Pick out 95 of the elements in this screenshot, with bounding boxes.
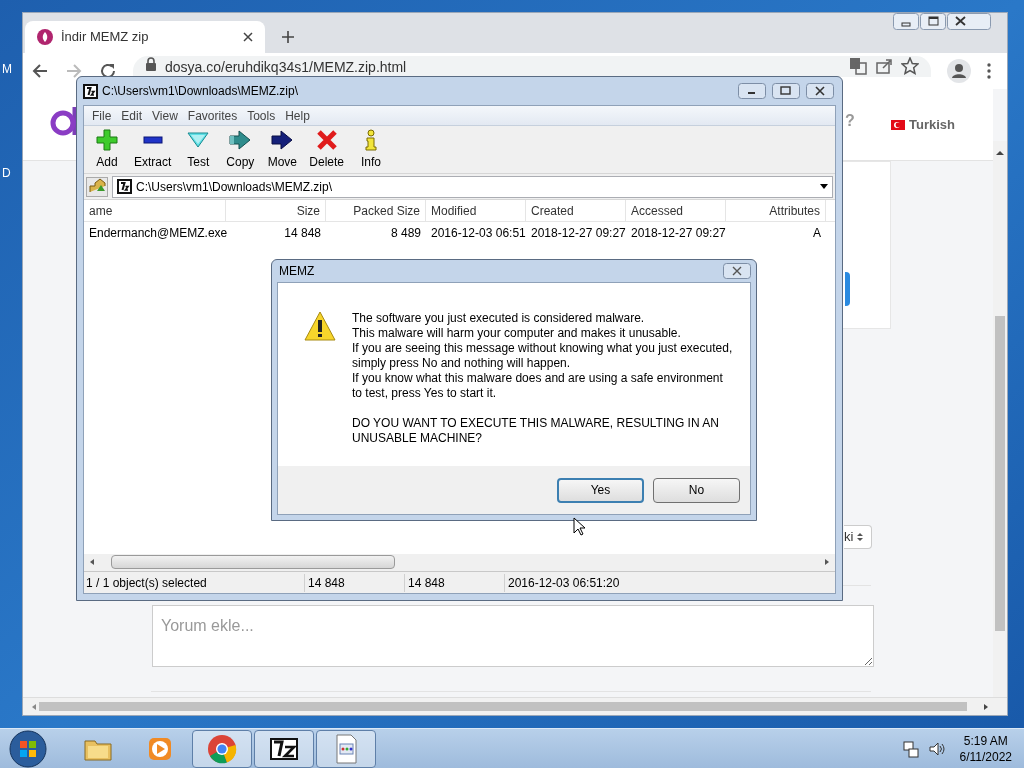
x-icon: [315, 128, 338, 151]
menu-item[interactable]: Favorites: [183, 106, 242, 125]
dropdown-caret-icon: [820, 184, 828, 189]
site-icon: [37, 29, 53, 45]
sort-select[interactable]: ki: [844, 525, 873, 549]
toolbar-button[interactable]: Copy: [223, 128, 258, 171]
minimize-icon[interactable]: [738, 83, 766, 99]
column-header[interactable]: Accessed: [626, 200, 726, 221]
close-icon[interactable]: [243, 32, 253, 42]
chrome-icon: [206, 732, 238, 765]
status-text: 14 848: [304, 573, 404, 592]
column-header[interactable]: ame: [84, 200, 226, 221]
toolbar-button[interactable]: Add: [90, 128, 124, 171]
desktop-icon-label: M: [2, 61, 12, 78]
message-line: If you know what this malware does and are using a safe environment: [352, 371, 724, 386]
taskbar-button[interactable]: [254, 729, 314, 768]
arrow-icon: [229, 128, 252, 151]
toolbar-button[interactable]: Test: [181, 128, 216, 171]
dialog-button[interactable]: No: [653, 477, 740, 503]
close-icon[interactable]: [947, 13, 991, 30]
new-tab-icon[interactable]: [281, 30, 295, 44]
question-line: UNUSABLE MACHINE?: [352, 431, 484, 446]
table-cell-text: 2016-12-03 06:51: [430, 225, 526, 242]
translate-icon[interactable]: [849, 57, 867, 75]
column-header[interactable]: Attributes: [726, 200, 826, 221]
close-icon[interactable]: [806, 83, 834, 99]
menu-item[interactable]: Help: [281, 106, 314, 125]
status-text: 1 / 1 object(s) selected: [85, 574, 208, 592]
column-header[interactable]: Modified: [426, 200, 526, 221]
column-header[interactable]: Size: [226, 200, 326, 221]
table-cell-text: 14 848: [283, 225, 322, 242]
url-text: dosya.co/eruhdikq34s1/MEMZ.zip.html: [165, 58, 408, 77]
message-line: If you are seeing this message without knowing what you just executed,: [352, 341, 733, 356]
table-cell-text: 8 489: [389, 225, 422, 242]
message-line: The software you just executed is considered malware.: [352, 311, 646, 326]
help-mark: ?: [845, 111, 855, 131]
message-line: This malware will harm your computer and makes it unusable.: [352, 326, 682, 341]
path-field[interactable]: C:\Users\vm1\Downloads\MEMZ.zip\: [112, 175, 833, 198]
desktop-icon-label: D: [2, 165, 11, 182]
window-title: C:\Users\vm1\Downloads\MEMZ.zip\: [102, 83, 300, 100]
menu-icon[interactable]: [987, 63, 991, 79]
menu-item[interactable]: Edit: [117, 106, 147, 125]
scroll-right-icon[interactable]: [823, 558, 831, 566]
address-bar[interactable]: dosya.co/eruhdikq34s1/MEMZ.zip.html: [133, 56, 931, 77]
scrollbar-thumb[interactable]: [995, 316, 1005, 631]
status-text: 2016-12-03 06:51:20: [504, 573, 704, 592]
dialog-title: MEMZ: [279, 263, 315, 280]
download-button[interactable]: [845, 272, 850, 306]
message-line: simply press No and nothing will happen.: [352, 356, 572, 371]
tab-title: İndir MEMZ zip: [61, 28, 150, 47]
menu-item[interactable]: File: [88, 106, 116, 125]
table-cell-text: A: [812, 225, 822, 242]
table-cell[interactable]: Endermanch@MEMZ.exe: [84, 222, 226, 244]
bookmark-star-icon[interactable]: [901, 57, 919, 75]
arrow-icon: [271, 128, 294, 151]
flag-icon: [891, 119, 905, 130]
horizontal-scrollbar[interactable]: [23, 697, 1007, 715]
toolbar-button[interactable]: Extract: [132, 128, 174, 171]
network-icon[interactable]: [901, 739, 920, 758]
toolbar-button[interactable]: Move: [265, 128, 300, 171]
comment-field[interactable]: Yorum ekle...: [152, 605, 874, 667]
start-button[interactable]: [8, 728, 48, 768]
cursor-icon: [573, 517, 585, 536]
folder-up-icon[interactable]: [86, 176, 108, 197]
lock-icon: [145, 57, 157, 71]
dialog-button[interactable]: Yes: [557, 477, 644, 503]
vertical-scrollbar[interactable]: [993, 141, 1007, 697]
toolbar-button[interactable]: Delete: [307, 128, 347, 171]
status-text: 14 848: [404, 573, 504, 592]
column-header[interactable]: Created: [526, 200, 626, 221]
browser-tab[interactable]: İndir MEMZ zip: [25, 21, 265, 53]
clock[interactable]: 5:19 AM 6/11/2022: [959, 732, 1012, 765]
horizontal-scrollbar[interactable]: [84, 554, 835, 571]
share-icon[interactable]: [875, 57, 893, 75]
menu-item[interactable]: View: [148, 106, 182, 125]
back-icon[interactable]: [31, 62, 49, 80]
table-cell-text: 2018-12-27 09:27: [530, 225, 626, 242]
archive-icon: [117, 179, 132, 194]
toolbar-button[interactable]: Info: [354, 128, 389, 171]
sort-caret-icon: [857, 532, 864, 542]
maximize-icon[interactable]: [920, 13, 946, 30]
profile-icon[interactable]: [947, 59, 971, 83]
scrollbar-thumb[interactable]: [39, 702, 967, 711]
table-cell-text: 2018-12-27 09:27: [630, 225, 726, 242]
scroll-left-icon[interactable]: [88, 558, 96, 566]
close-icon[interactable]: [723, 263, 751, 279]
menu-item[interactable]: Tools: [243, 106, 280, 125]
column-header[interactable]: Packed Size: [326, 200, 426, 221]
warning-icon: [304, 311, 336, 341]
message-line: to test, press Yes to start it.: [352, 386, 498, 401]
plus-icon: [96, 128, 118, 151]
language-link[interactable]: Turkish: [909, 115, 955, 135]
app-icon: [83, 83, 98, 99]
question-line: DO YOU WANT TO EXECUTE THIS MALWARE, RESULTING IN AN: [352, 416, 720, 431]
scrollbar-thumb[interactable]: [111, 555, 395, 569]
